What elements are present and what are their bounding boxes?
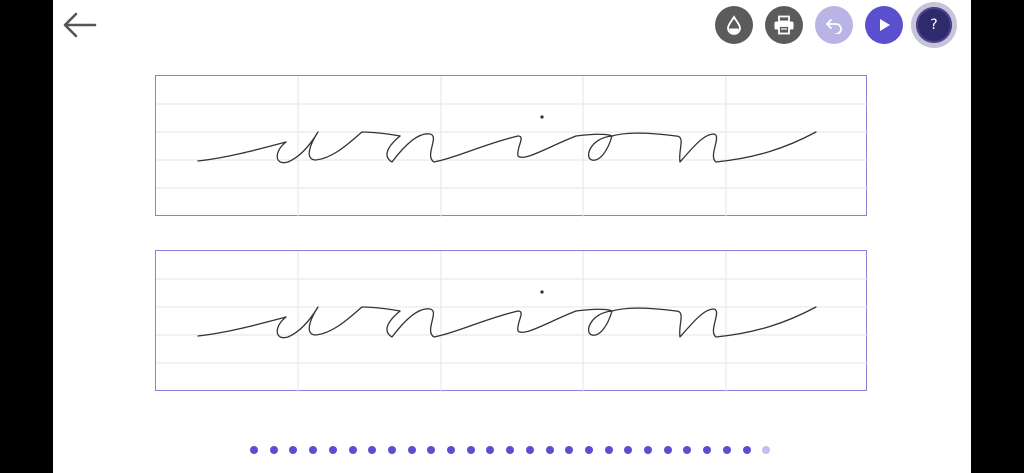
printer-icon [774, 15, 794, 35]
page-dot[interactable] [683, 446, 691, 454]
play-icon [880, 19, 890, 31]
undo-icon [826, 19, 842, 34]
page-dot[interactable] [743, 446, 751, 454]
page-dot[interactable] [644, 446, 652, 454]
page-dot[interactable] [762, 446, 770, 454]
page-dot[interactable] [467, 446, 475, 454]
ink-drop-icon [727, 15, 741, 35]
undo-button[interactable] [815, 6, 853, 44]
page-dot[interactable] [250, 446, 258, 454]
page-dot[interactable] [309, 446, 317, 454]
tracing-panel-2[interactable] [155, 250, 868, 392]
print-button[interactable] [765, 6, 803, 44]
ink-color-button[interactable] [715, 6, 753, 44]
app-screen: ? [53, 0, 971, 473]
page-dot[interactable] [270, 446, 278, 454]
page-dot[interactable] [506, 446, 514, 454]
page-dot[interactable] [664, 446, 672, 454]
help-label: ? [930, 17, 938, 33]
toolbar: ? [53, 0, 971, 52]
page-indicator [250, 446, 780, 456]
page-dot[interactable] [349, 446, 357, 454]
page-dot[interactable] [447, 446, 455, 454]
page-dot[interactable] [329, 446, 337, 454]
page-dot[interactable] [624, 446, 632, 454]
page-dot[interactable] [605, 446, 613, 454]
page-dot[interactable] [408, 446, 416, 454]
page-dot[interactable] [289, 446, 297, 454]
help-icon: ? [916, 7, 952, 43]
cursive-word-union-2 [197, 290, 817, 339]
page-dot[interactable] [486, 446, 494, 454]
page-dot[interactable] [388, 446, 396, 454]
cursive-word-union-1 [197, 115, 817, 164]
play-button[interactable] [865, 6, 903, 44]
page-dot[interactable] [565, 446, 573, 454]
page-dot[interactable] [723, 446, 731, 454]
page-dot[interactable] [526, 446, 534, 454]
page-dot[interactable] [585, 446, 593, 454]
page-dot[interactable] [703, 446, 711, 454]
page-dot[interactable] [368, 446, 376, 454]
page-dot[interactable] [546, 446, 554, 454]
page-dot[interactable] [427, 446, 435, 454]
tracing-panel-1[interactable] [155, 75, 868, 217]
help-button[interactable]: ? [911, 2, 957, 48]
